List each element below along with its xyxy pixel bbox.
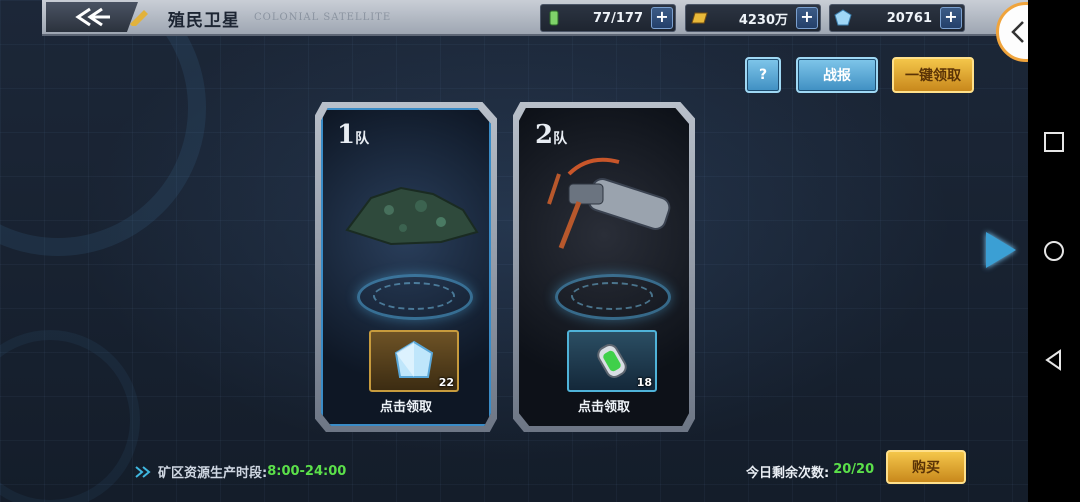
reward-slot[interactable]: 18 <box>567 330 657 392</box>
production-label: 矿区资源生产时段: <box>158 466 268 481</box>
gold-bar-icon <box>686 5 712 31</box>
battle-report-label: 战报 <box>823 68 851 84</box>
team-suffix: 队 <box>355 131 370 147</box>
chevron-left-icon <box>1011 21 1024 43</box>
hologram-ring-inner <box>571 282 653 310</box>
back-triangle-icon[interactable] <box>1042 348 1066 372</box>
reward-count: 18 <box>636 376 652 389</box>
claim-all-label: 一键领取 <box>905 68 961 84</box>
claim-label: 点击领取 <box>577 400 630 415</box>
energy-capsule-icon <box>597 344 627 378</box>
battle-report-button[interactable]: 战报 <box>796 57 878 93</box>
crystal-value: 20761 <box>886 10 932 26</box>
add-crystal-button[interactable]: + <box>940 7 962 29</box>
team-number: 1 <box>337 120 356 150</box>
production-period: 矿区资源生产时段: 8:00-24:00 <box>134 462 346 481</box>
page-title: 殖民卫星 <box>168 11 240 31</box>
energy-value: 77/177 <box>593 10 643 26</box>
claim-label: 点击领取 <box>379 400 432 415</box>
help-label: ? <box>758 67 768 83</box>
asteroid-icon <box>345 186 479 246</box>
crystal-icon <box>394 340 434 378</box>
claim-all-button[interactable]: 一键领取 <box>892 57 974 93</box>
mining-ship-icon <box>547 157 671 249</box>
team-card-inner: 1队 22 点击领取 <box>321 108 491 426</box>
add-energy-button[interactable]: + <box>651 7 673 29</box>
buy-button[interactable]: 购买 <box>886 450 966 484</box>
resource-energy: 77/177 + <box>540 4 676 32</box>
system-navigation-bar <box>1028 0 1080 502</box>
team-label: 1队 <box>337 120 369 150</box>
page-subtitle: COLONIAL SATELLITE <box>254 12 392 23</box>
production-time: 8:00-24:00 <box>267 464 347 479</box>
team-card-inner: 2队 18 点击领取 <box>519 108 689 426</box>
double-chevron-right-icon <box>135 465 151 478</box>
remaining-count: 20/20 <box>833 462 875 477</box>
resource-crystal: 20761 + <box>829 4 965 32</box>
add-gold-button[interactable]: + <box>796 7 818 29</box>
back-button[interactable] <box>46 2 138 32</box>
energy-battery-icon <box>541 5 567 31</box>
reward-slot[interactable]: 22 <box>369 330 459 392</box>
double-chevron-left-icon <box>75 7 110 27</box>
resource-gold: 4230万 + <box>685 4 821 32</box>
game-screen: 殖民卫星 COLONIAL SATELLITE 77/177 + 4230万 +… <box>0 0 1028 502</box>
next-arrow-icon[interactable] <box>986 232 1016 268</box>
remaining-label: 今日剩余次数: <box>746 466 830 481</box>
gold-value: 4230万 <box>738 12 788 28</box>
team-card-1[interactable]: 1队 22 点击领取 <box>315 102 497 432</box>
hologram-ring-inner <box>373 282 455 310</box>
pencil-icon <box>130 10 148 26</box>
buy-label: 购买 <box>912 460 940 476</box>
help-button[interactable]: ? <box>745 57 781 93</box>
team-card-2[interactable]: 2队 18 点击领取 <box>513 102 695 432</box>
remaining-attempts: 今日剩余次数: 20/20 <box>746 462 874 481</box>
home-icon[interactable] <box>1042 239 1066 263</box>
recent-apps-icon[interactable] <box>1042 130 1066 154</box>
crystal-icon <box>830 5 856 31</box>
reward-count: 22 <box>438 376 454 389</box>
